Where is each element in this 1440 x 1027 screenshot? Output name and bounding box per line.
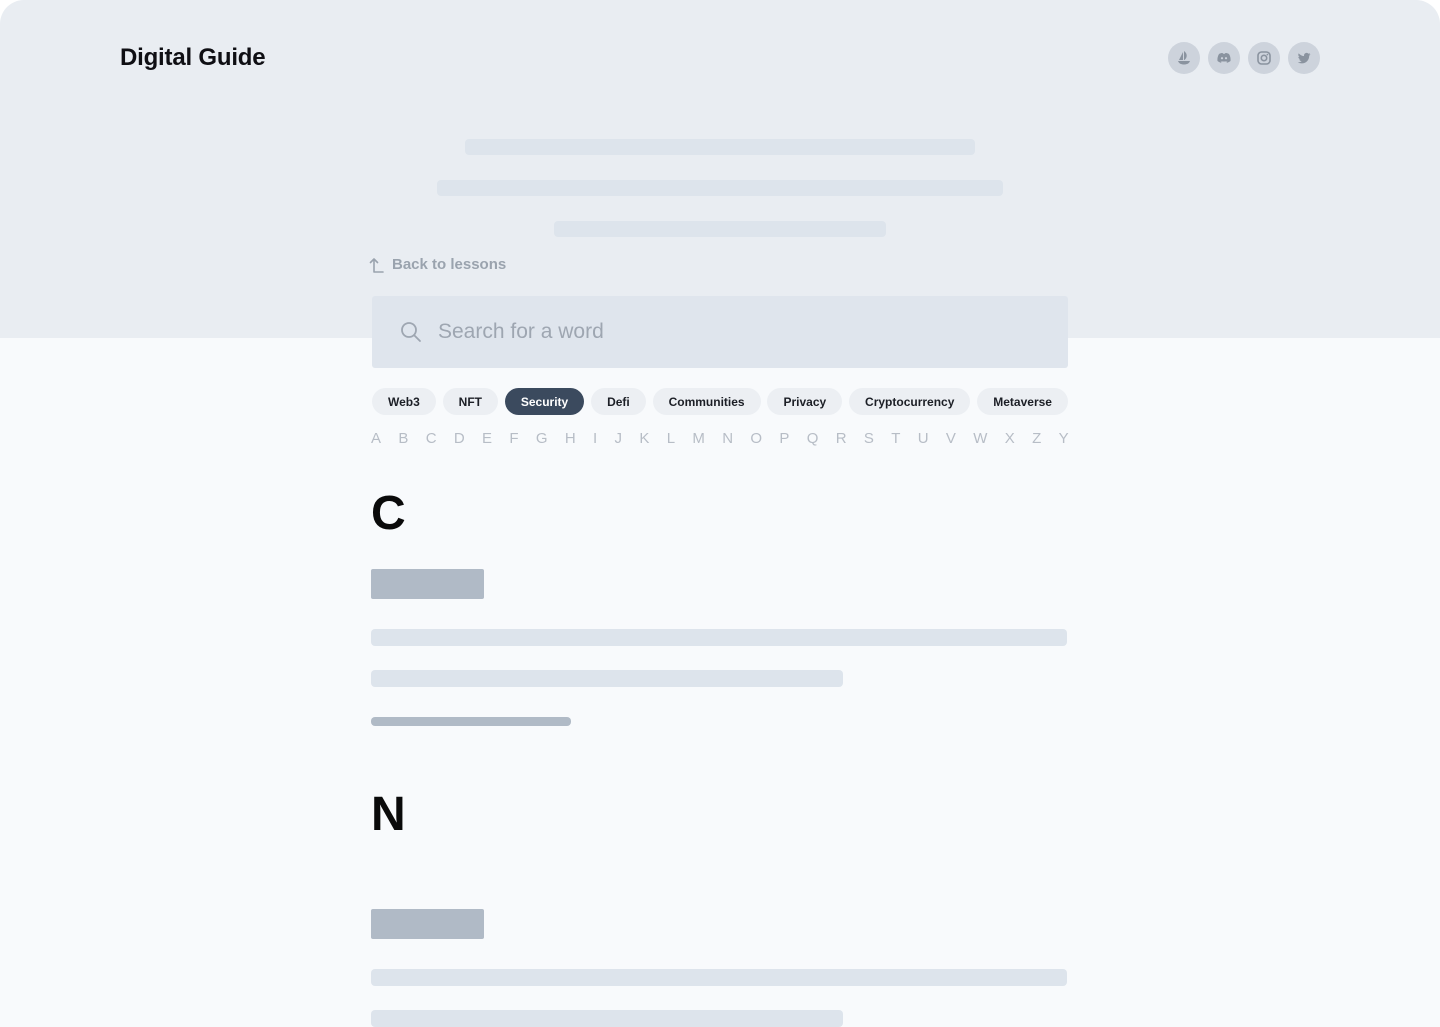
letter-g[interactable]: G <box>536 429 548 449</box>
letter-o[interactable]: O <box>750 429 762 449</box>
section-heading-c: C <box>371 487 406 540</box>
letter-h[interactable]: H <box>565 429 576 449</box>
opensea-icon <box>1178 51 1190 65</box>
discord-link[interactable] <box>1208 42 1240 74</box>
letter-w[interactable]: W <box>973 429 987 449</box>
tag-web3[interactable]: Web3 <box>372 388 436 415</box>
discord-icon <box>1217 53 1231 63</box>
letter-s[interactable]: S <box>864 429 874 449</box>
term-line-skeleton <box>371 629 1067 646</box>
letter-t[interactable]: T <box>891 429 900 449</box>
letter-v[interactable]: V <box>946 429 956 449</box>
letter-e[interactable]: E <box>482 429 492 449</box>
letter-z[interactable]: Z <box>1032 429 1041 449</box>
term-line-skeleton <box>371 1010 843 1027</box>
search-bar[interactable] <box>372 296 1068 368</box>
category-tags: Web3 NFT Security Defi Communities Priva… <box>372 388 1068 415</box>
tag-metaverse[interactable]: Metaverse <box>977 388 1068 415</box>
alphabet-index: A B C D E F G H I J K L M N O P Q R S T … <box>371 429 1069 449</box>
hero-subtitle-skeleton <box>437 180 1003 196</box>
tag-cryptocurrency[interactable]: Cryptocurrency <box>849 388 971 415</box>
back-to-lessons-label: Back to lessons <box>392 256 507 273</box>
opensea-link[interactable] <box>1168 42 1200 74</box>
twitter-icon <box>1297 52 1311 64</box>
letter-r[interactable]: R <box>836 429 847 449</box>
letter-l[interactable]: L <box>667 429 675 449</box>
social-links <box>1168 42 1320 74</box>
term-title-skeleton <box>371 569 484 599</box>
letter-a[interactable]: A <box>371 429 381 449</box>
tag-nft[interactable]: NFT <box>442 388 498 415</box>
corner-up-arrow-icon <box>369 258 384 273</box>
letter-j[interactable]: J <box>615 429 623 449</box>
search-icon <box>401 322 421 342</box>
page-frame: Digital Guide Back to lessons Search for… <box>0 0 1440 1027</box>
letter-y[interactable]: Y <box>1059 429 1069 449</box>
letter-c[interactable]: C <box>426 429 437 449</box>
site-logo[interactable]: Digital Guide <box>120 42 266 74</box>
letter-p[interactable]: P <box>779 429 789 449</box>
letter-d[interactable]: D <box>454 429 465 449</box>
letter-q[interactable]: Q <box>807 429 819 449</box>
tag-defi[interactable]: Defi <box>591 388 646 415</box>
hero-title-skeleton <box>465 139 975 155</box>
letter-u[interactable]: U <box>918 429 929 449</box>
term-line-skeleton <box>371 969 1067 986</box>
tag-communities[interactable]: Communities <box>652 388 761 415</box>
letter-m[interactable]: M <box>692 429 705 449</box>
hero-caption-skeleton <box>554 221 886 237</box>
letter-b[interactable]: B <box>398 429 408 449</box>
search-input[interactable] <box>436 319 1020 345</box>
tag-security[interactable]: Security <box>504 388 585 415</box>
twitter-link[interactable] <box>1288 42 1320 74</box>
instagram-icon <box>1257 51 1271 65</box>
instagram-link[interactable] <box>1248 42 1280 74</box>
term-link-skeleton <box>371 717 571 726</box>
letter-n[interactable]: N <box>722 429 733 449</box>
term-title-skeleton <box>371 909 484 939</box>
letter-x[interactable]: X <box>1005 429 1015 449</box>
letter-k[interactable]: K <box>639 429 649 449</box>
back-to-lessons-link[interactable]: Back to lessons <box>368 255 506 275</box>
letter-i[interactable]: I <box>593 429 597 449</box>
term-line-skeleton <box>371 670 843 687</box>
letter-f[interactable]: F <box>509 429 518 449</box>
tag-privacy[interactable]: Privacy <box>767 388 843 415</box>
section-heading-n: N <box>371 788 406 841</box>
